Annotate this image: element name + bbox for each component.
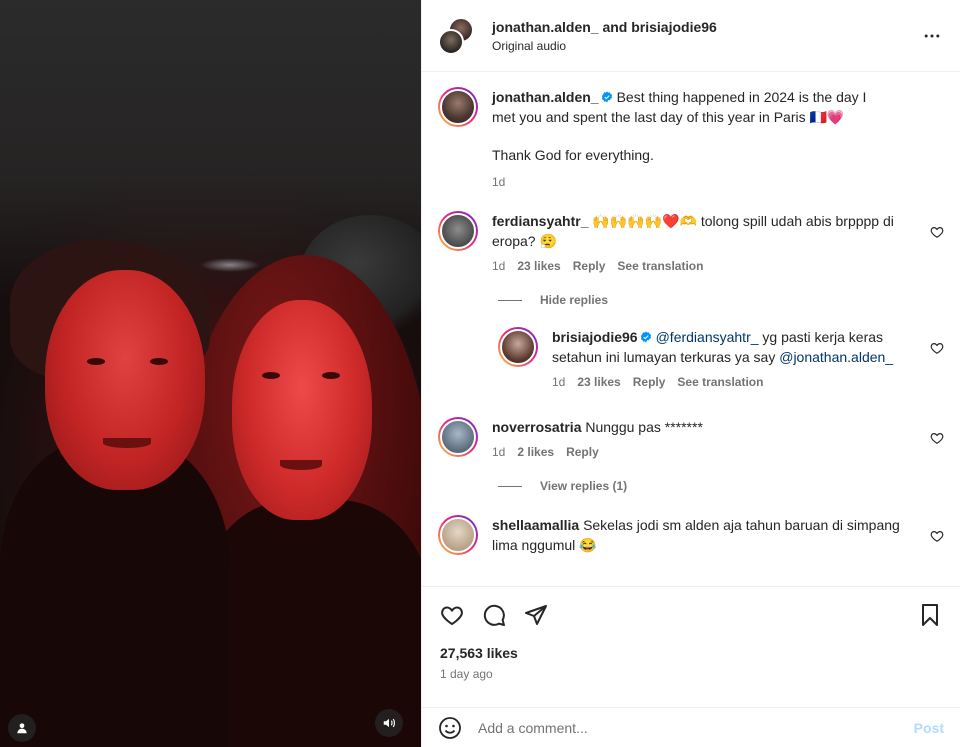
post-video[interactable] <box>0 0 421 747</box>
mouth <box>103 438 151 448</box>
avatar[interactable] <box>438 417 478 457</box>
save-button[interactable] <box>916 601 944 629</box>
action-icons <box>422 587 960 643</box>
bookmark-icon <box>922 604 938 626</box>
woman-face <box>232 300 372 520</box>
like-comment-heart-icon[interactable] <box>930 431 944 445</box>
reply-time[interactable]: 1d <box>552 375 565 389</box>
caption-text: jonathan.alden_ Best thing happened in 20… <box>492 87 884 127</box>
more-options-button[interactable] <box>920 24 944 48</box>
avatar[interactable] <box>438 211 478 251</box>
comment-item: noverrosatria Nunggu pas ******* 1d 2 li… <box>438 417 944 459</box>
comment-button[interactable] <box>480 601 508 629</box>
comment-time[interactable]: 1d <box>492 259 505 273</box>
speaker-icon <box>383 718 395 728</box>
send-icon <box>525 605 547 625</box>
reply-button[interactable]: Reply <box>573 259 606 273</box>
divider <box>498 299 522 301</box>
post-time[interactable]: 1 day ago <box>422 667 960 681</box>
view-replies-label: View replies (1) <box>540 479 628 493</box>
comments-list[interactable]: jonathan.alden_ Best thing happened in 20… <box>422 73 960 586</box>
comment-likes[interactable]: 23 likes <box>517 259 560 273</box>
avatar[interactable] <box>498 327 538 367</box>
collab-avatars[interactable] <box>438 16 476 55</box>
header-text: jonathan.alden_ and brisiajodie96 Origin… <box>492 19 920 53</box>
man-face <box>45 270 205 490</box>
divider <box>498 485 522 487</box>
comment-text: noverrosatria Nunggu pas ******* <box>492 417 916 437</box>
tagged-people-button[interactable] <box>8 714 36 742</box>
verified-badge-icon <box>601 91 612 103</box>
heart-icon <box>441 606 463 626</box>
comment-item: ferdiansyahtr_ 🙌🙌🙌🙌❤️🫶 tolong spill udah… <box>438 211 944 273</box>
caption-line-2: Thank God for everything. <box>492 147 654 163</box>
comment-item: shellaamallia Sekelas jodi sm alden aja … <box>438 515 944 555</box>
person-icon <box>17 723 27 734</box>
like-reply-heart-icon[interactable] <box>930 341 944 355</box>
comment-body: Nunggu pas ******* <box>585 419 703 435</box>
more-icon <box>924 34 940 37</box>
post-actions: 27,563 likes 1 day ago Post <box>422 586 960 747</box>
eye <box>87 358 105 365</box>
avatar <box>438 28 464 55</box>
comment-time[interactable]: 1d <box>492 445 505 459</box>
caption-time[interactable]: 1d <box>492 175 505 189</box>
comment-input[interactable] <box>478 719 914 736</box>
post-comment-button[interactable]: Post <box>914 720 944 736</box>
audio-label[interactable]: Original audio <box>492 39 920 53</box>
verified-badge-icon <box>640 331 651 343</box>
comment-username[interactable]: shellaamallia <box>492 517 579 533</box>
reply-item: brisiajodie96 @ferdiansyahtr_ yg pasti ke… <box>498 327 944 389</box>
comment-likes[interactable]: 2 likes <box>517 445 554 459</box>
avatar[interactable] <box>438 87 478 127</box>
comment-composer: Post <box>422 707 960 747</box>
reply-button[interactable]: Reply <box>633 375 666 389</box>
view-replies-button[interactable]: View replies (1) <box>498 479 944 493</box>
comment-username[interactable]: ferdiansyahtr_ <box>492 213 588 229</box>
avatar[interactable] <box>438 515 478 555</box>
post-side-panel: jonathan.alden_ and brisiajodie96 Origin… <box>421 0 960 747</box>
background-lights <box>200 258 260 272</box>
post-viewer: jonathan.alden_ and brisiajodie96 Origin… <box>0 0 960 747</box>
reply-likes[interactable]: 23 likes <box>577 375 620 389</box>
hide-replies-button[interactable]: Hide replies <box>498 293 944 307</box>
comment-text: shellaamallia Sekelas jodi sm alden aja … <box>492 515 916 555</box>
comment-username[interactable]: noverrosatria <box>492 419 581 435</box>
eye <box>262 372 280 379</box>
mention-link[interactable]: @ferdiansyahtr_ <box>656 329 759 345</box>
like-comment-heart-icon[interactable] <box>930 225 944 239</box>
like-button[interactable] <box>438 601 466 629</box>
hide-replies-label: Hide replies <box>540 293 609 307</box>
share-button[interactable] <box>522 601 550 629</box>
audio-toggle-button[interactable] <box>375 709 403 737</box>
comment-text: ferdiansyahtr_ 🙌🙌🙌🙌❤️🫶 tolong spill udah… <box>492 211 916 251</box>
caption-username[interactable]: jonathan.alden_ <box>492 89 599 105</box>
eye <box>150 358 168 365</box>
see-translation-button[interactable]: See translation <box>617 259 703 273</box>
mention-link[interactable]: @jonathan.alden_ <box>779 349 893 365</box>
reply-button[interactable]: Reply <box>566 445 599 459</box>
mouth <box>280 460 322 470</box>
comment-icon <box>483 604 505 626</box>
reply-username[interactable]: brisiajodie96 <box>552 329 638 345</box>
like-comment-heart-icon[interactable] <box>930 529 944 543</box>
collab-usernames[interactable]: jonathan.alden_ and brisiajodie96 <box>492 19 920 35</box>
post-header: jonathan.alden_ and brisiajodie96 Origin… <box>422 0 960 72</box>
likes-count[interactable]: 27,563 likes <box>422 645 960 661</box>
see-translation-button[interactable]: See translation <box>677 375 763 389</box>
reply-text: brisiajodie96 @ferdiansyahtr_ yg pasti ke… <box>552 327 916 367</box>
eye <box>322 372 340 379</box>
caption: jonathan.alden_ Best thing happened in 20… <box>438 87 944 189</box>
emoji-icon[interactable] <box>438 716 462 740</box>
